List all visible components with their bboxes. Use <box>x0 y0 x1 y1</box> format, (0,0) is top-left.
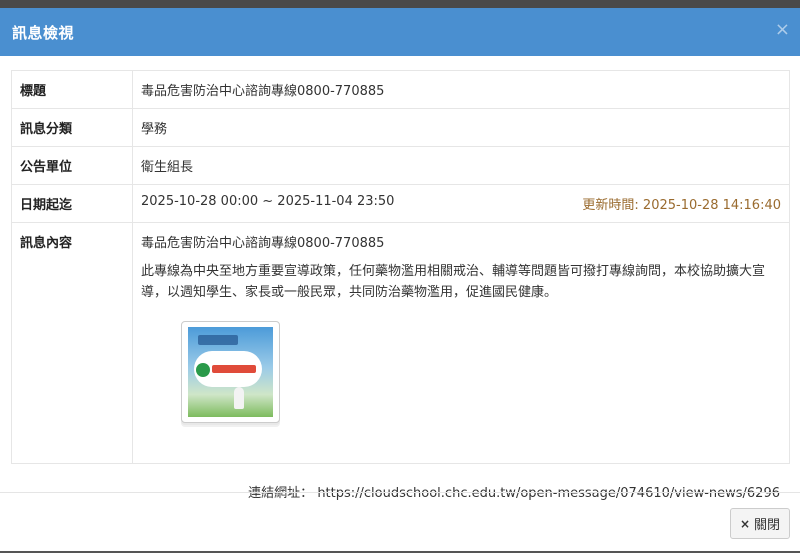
table-row: 日期起迄 2025-10-28 00:00 ~ 2025-11-04 23:50… <box>11 184 790 223</box>
content-title: 毒品危害防治中心諮詢專線0800-770885 <box>141 236 385 251</box>
phone-icon <box>196 363 210 377</box>
poster-number <box>212 365 256 373</box>
table-row: 公告單位 衛生組長 <box>11 146 790 185</box>
title-value: 毒品危害防治中心諮詢專線0800-770885 <box>132 70 790 109</box>
link-line: 連結網址： https://cloudschool.chc.edu.tw/ope… <box>11 464 790 501</box>
table-row: 訊息內容 毒品危害防治中心諮詢專線0800-770885 此專線為中央至地方重要… <box>11 222 790 464</box>
message-info-table: 標題 毒品危害防治中心諮詢專線0800-770885 訊息分類 學務 公告單位 … <box>11 70 790 464</box>
table-row: 訊息分類 學務 <box>11 108 790 147</box>
date-cell: 2025-10-28 00:00 ~ 2025-11-04 23:50 更新時間… <box>132 184 790 223</box>
updated-time: 更新時間: 2025-10-28 14:16:40 <box>582 198 781 213</box>
poster-figure <box>234 387 244 409</box>
content-label: 訊息內容 <box>11 222 133 464</box>
modal-header: 訊息檢視 × <box>0 8 800 56</box>
attachment-thumbnail[interactable] <box>181 321 280 423</box>
date-label: 日期起迄 <box>11 184 133 223</box>
close-icon[interactable]: × <box>775 21 790 39</box>
content-cell: 毒品危害防治中心諮詢專線0800-770885 此專線為中央至地方重要宣導政策，… <box>132 222 790 464</box>
close-button-label: 關閉 <box>754 518 781 533</box>
modal-body: 標題 毒品危害防治中心諮詢專線0800-770885 訊息分類 學務 公告單位 … <box>0 56 800 501</box>
unit-value: 衛生組長 <box>132 146 790 185</box>
footer-divider <box>0 492 800 493</box>
close-icon: × <box>739 516 751 531</box>
date-range-value: 2025-10-28 00:00 ~ 2025-11-04 23:50 <box>141 194 395 209</box>
title-label: 標題 <box>11 70 133 109</box>
modal-title: 訊息檢視 <box>12 23 75 42</box>
message-view-modal: 訊息檢視 × 標題 毒品危害防治中心諮詢專線0800-770885 訊息分類 學… <box>0 8 800 553</box>
unit-label: 公告單位 <box>11 146 133 185</box>
poster-image <box>188 327 273 417</box>
link-label: 連結網址： <box>248 486 314 501</box>
link-url[interactable]: https://cloudschool.chc.edu.tw/open-mess… <box>317 486 780 501</box>
poster-heading <box>198 335 238 345</box>
table-row: 標題 毒品危害防治中心諮詢專線0800-770885 <box>11 70 790 109</box>
content-text: 此專線為中央至地方重要宣導政策，任何藥物濫用相關戒治、輔導等問題皆可撥打專線詢問… <box>141 264 766 300</box>
category-label: 訊息分類 <box>11 108 133 147</box>
background-page <box>0 0 800 8</box>
close-button[interactable]: × 關閉 <box>730 508 790 539</box>
category-value: 學務 <box>132 108 790 147</box>
